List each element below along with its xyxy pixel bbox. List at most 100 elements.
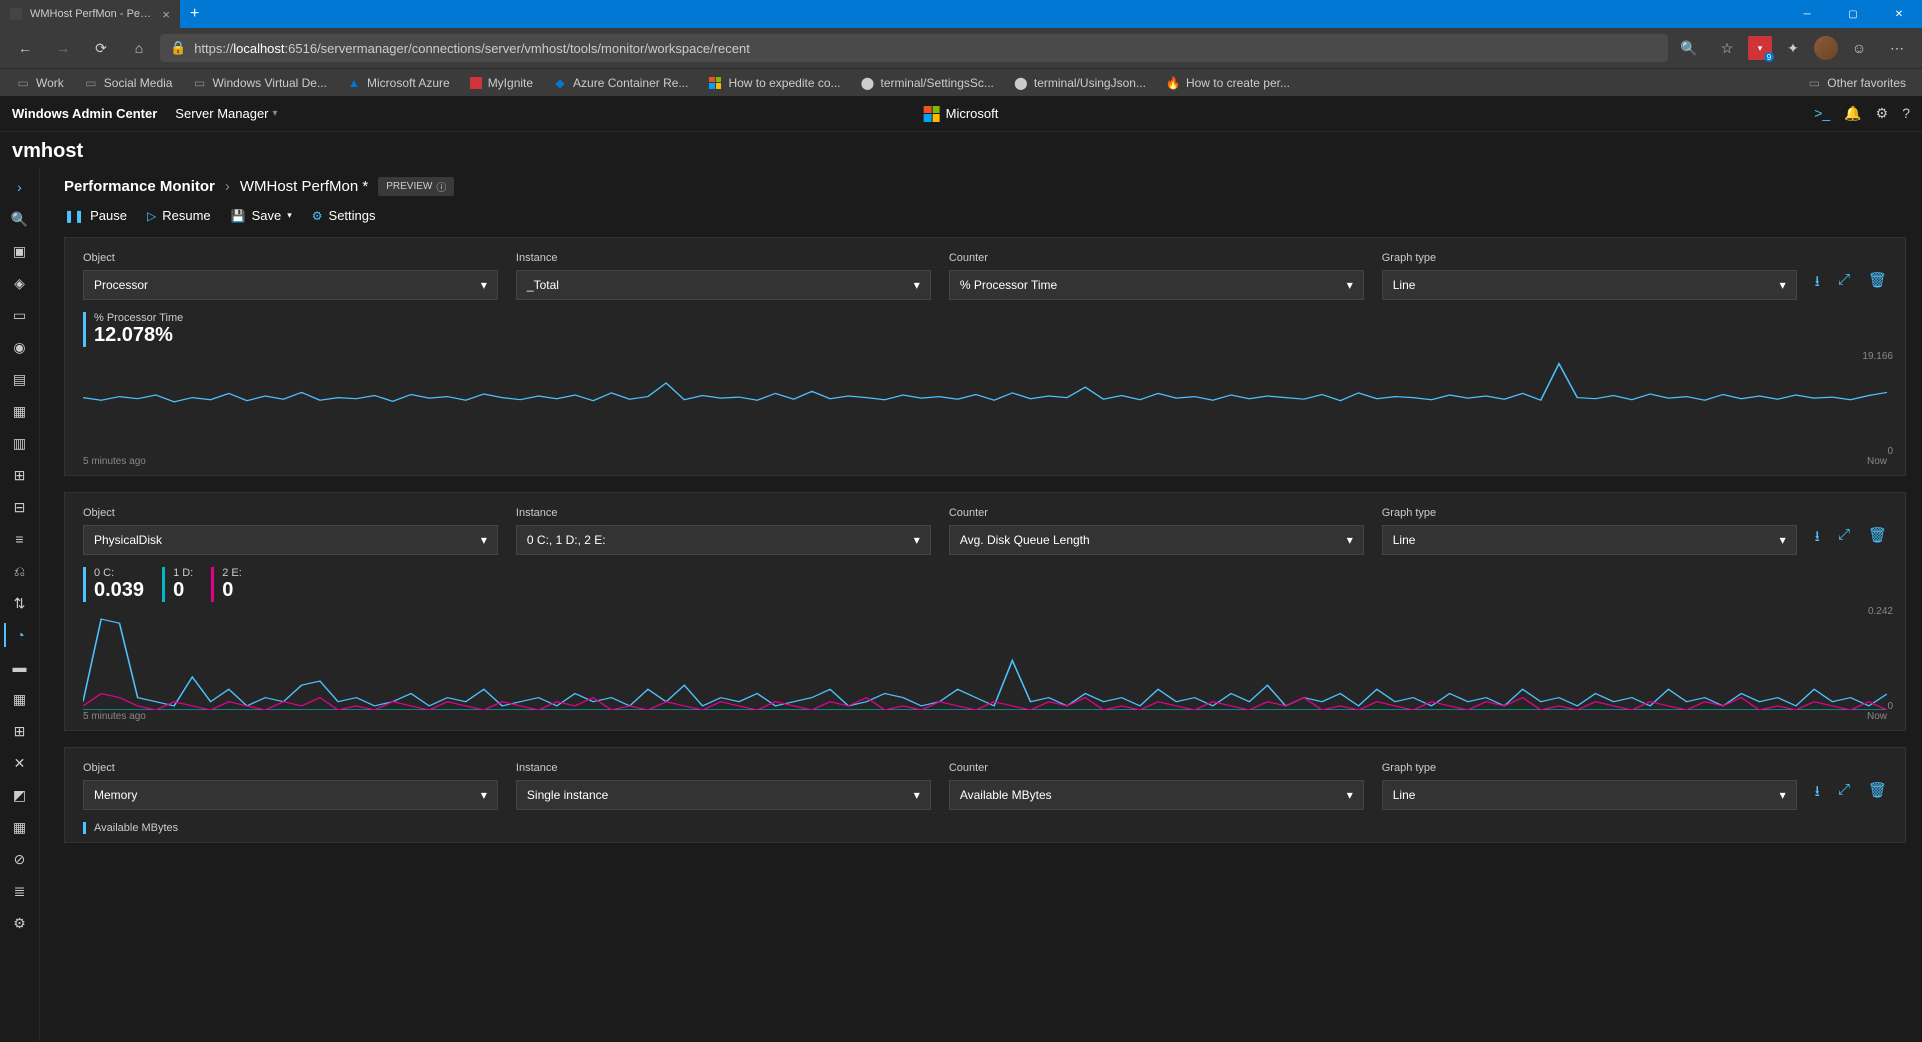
home-button[interactable]: ⌂ <box>122 31 156 65</box>
bookmark-acr[interactable]: ◆Azure Container Re... <box>545 74 696 92</box>
sidebar-apps-icon[interactable]: ⊞ <box>4 463 36 487</box>
menu-icon[interactable]: ⋯ <box>1880 31 1914 65</box>
chevron-down-icon: ▾ <box>481 278 487 292</box>
sidebar-events-icon[interactable]: ▤ <box>4 367 36 391</box>
sidebar-services-icon[interactable]: ▦ <box>4 815 36 839</box>
favorites-list-icon[interactable]: ✦ <box>1776 31 1810 65</box>
tab-title: WMHost PerfMon - Performance <box>30 8 154 20</box>
window-close-button[interactable]: ✕ <box>1876 0 1922 28</box>
sidebar-updates-icon[interactable]: ≣ <box>4 879 36 903</box>
pause-button[interactable]: ❚❚Pause <box>64 208 127 223</box>
object-select[interactable]: PhysicalDisk▾ <box>83 525 498 555</box>
sidebar-overview-icon[interactable]: ▣ <box>4 239 36 263</box>
graphtype-select[interactable]: Line▾ <box>1382 780 1797 810</box>
crumb-current: WMHost PerfMon * <box>240 178 368 195</box>
ms-brand: Microsoft <box>924 106 999 122</box>
other-favorites[interactable]: ▭Other favorites <box>1799 74 1914 92</box>
crumb-root[interactable]: Performance Monitor <box>64 178 215 195</box>
counter-select[interactable]: % Processor Time▾ <box>949 270 1364 300</box>
new-tab-button[interactable]: + <box>180 5 209 23</box>
sidebar-pm-icon[interactable]: ⎌ <box>4 559 36 583</box>
window-minimize-button[interactable]: ─ <box>1784 0 1830 28</box>
chevron-down-icon: ▾ <box>287 210 292 221</box>
bookmark-terminal2[interactable]: ⬤terminal/UsingJson... <box>1006 74 1154 92</box>
sidebar-powershell-icon[interactable]: ⇅ <box>4 591 36 615</box>
forward-button[interactable]: → <box>46 31 80 65</box>
sidebar-roles-icon[interactable]: ✕ <box>4 751 36 775</box>
counter-select[interactable]: Avg. Disk Queue Length▾ <box>949 525 1364 555</box>
help-icon[interactable]: ? <box>1902 105 1910 122</box>
sidebar-registry-icon[interactable]: ▦ <box>4 687 36 711</box>
feedback-icon[interactable]: ☺ <box>1842 31 1876 65</box>
sidebar-storage-icon[interactable]: ⊘ <box>4 847 36 871</box>
settings-button[interactable]: ⚙Settings <box>312 208 376 223</box>
graphtype-select[interactable]: Line▾ <box>1382 270 1797 300</box>
address-bar[interactable]: 🔒 https://localhost:6516/servermanager/c… <box>160 34 1668 62</box>
sidebar-tasks-icon[interactable]: ◩ <box>4 783 36 807</box>
sidebar-users-icon[interactable]: ⊟ <box>4 495 36 519</box>
close-tab-icon[interactable]: × <box>162 7 170 22</box>
expand-icon[interactable]: ⤢ <box>1838 271 1850 296</box>
graphtype-select[interactable]: Line▾ <box>1382 525 1797 555</box>
sidebar-expand-icon[interactable]: › <box>4 175 36 199</box>
window-maximize-button[interactable]: ▢ <box>1830 0 1876 28</box>
refresh-button[interactable]: ⟳ <box>84 31 118 65</box>
sidebar-settings-icon[interactable]: ⚙ <box>4 911 36 935</box>
back-button[interactable]: ← <box>8 31 42 65</box>
bookmark-ignite[interactable]: MyIgnite <box>462 74 541 92</box>
terminal-icon[interactable]: >_ <box>1814 105 1830 122</box>
download-icon[interactable]: ⭳ <box>1815 271 1820 296</box>
bookmark-social[interactable]: ▭Social Media <box>76 74 181 92</box>
url-host: localhost <box>233 41 284 56</box>
extension-icon[interactable]: ▾9 <box>1748 36 1772 60</box>
sidebar-processes-icon[interactable]: ▬ <box>4 655 36 679</box>
resume-button[interactable]: ▷Resume <box>147 208 211 223</box>
object-select[interactable]: Processor▾ <box>83 270 498 300</box>
bookmark-expedite[interactable]: How to expedite co... <box>700 74 848 92</box>
gear-icon[interactable]: ⚙ <box>1876 105 1889 122</box>
sidebar-network-icon[interactable]: ≡ <box>4 527 36 551</box>
folder-icon: ▭ <box>1807 76 1821 90</box>
instance-select[interactable]: _Total▾ <box>516 270 931 300</box>
sidebar-firewall-icon[interactable]: ▥ <box>4 431 36 455</box>
window-titlebar: WMHost PerfMon - Performance × + ─ ▢ ✕ <box>0 0 1922 28</box>
instance-select[interactable]: 0 C:, 1 D:, 2 E:▾ <box>516 525 931 555</box>
wac-brand[interactable]: Windows Admin Center <box>12 106 157 121</box>
sidebar-cert-icon[interactable]: ▭ <box>4 303 36 327</box>
notification-icon[interactable]: 🔔 <box>1844 105 1861 122</box>
sidebar-perfmon-icon[interactable]: ◔ <box>4 623 36 647</box>
search-icon[interactable]: 🔍 <box>4 207 36 231</box>
save-button[interactable]: 💾Save ▾ <box>231 208 292 223</box>
object-select[interactable]: Memory▾ <box>83 780 498 810</box>
trash-icon[interactable]: 🗑 <box>1868 526 1887 551</box>
instance-select[interactable]: Single instance▾ <box>516 780 931 810</box>
trash-icon[interactable]: 🗑 <box>1868 781 1887 806</box>
favorite-icon[interactable]: ☆ <box>1710 31 1744 65</box>
bookmark-wvd[interactable]: ▭Windows Virtual De... <box>184 74 335 92</box>
bookmark-createper[interactable]: 🔥How to create per... <box>1158 74 1298 92</box>
chevron-down-icon: ▾ <box>914 533 920 547</box>
profile-avatar[interactable] <box>1814 36 1838 60</box>
sidebar-azure-icon[interactable]: ◈ <box>4 271 36 295</box>
counter-select[interactable]: Available MBytes▾ <box>949 780 1364 810</box>
expand-icon[interactable]: ⤢ <box>1838 781 1850 806</box>
expand-icon[interactable]: ⤢ <box>1838 526 1850 551</box>
chevron-down-icon: ▾ <box>1780 788 1786 802</box>
wac-nav[interactable]: Server Manager ▾ <box>175 106 277 121</box>
counter-panel: ObjectPhysicalDisk▾ Instance0 C:, 1 D:, … <box>64 492 1906 731</box>
search-icon[interactable]: 🔍 <box>1672 31 1706 65</box>
tool-sidebar: › 🔍 ▣ ◈ ▭ ◉ ▤ ▦ ▥ ⊞ ⊟ ≡ ⎌ ⇅ ◔ ▬ ▦ ⊞ ✕ ◩ … <box>0 167 40 1041</box>
download-icon[interactable]: ⭳ <box>1815 526 1820 551</box>
trash-icon[interactable]: 🗑 <box>1868 271 1887 296</box>
sidebar-devices-icon[interactable]: ◉ <box>4 335 36 359</box>
bookmark-azure[interactable]: ▲Microsoft Azure <box>339 74 458 92</box>
download-icon[interactable]: ⭳ <box>1815 781 1820 806</box>
sidebar-files-icon[interactable]: ▦ <box>4 399 36 423</box>
browser-tab[interactable]: WMHost PerfMon - Performance × <box>0 0 180 28</box>
bookmark-terminal1[interactable]: ⬤terminal/SettingsSc... <box>853 74 1002 92</box>
sidebar-remote-icon[interactable]: ⊞ <box>4 719 36 743</box>
bookmark-work[interactable]: ▭Work <box>8 74 72 92</box>
metric: 2 E:0 <box>211 567 260 602</box>
host-name: vmhost <box>0 132 1922 167</box>
info-icon: ⓘ <box>436 179 446 194</box>
